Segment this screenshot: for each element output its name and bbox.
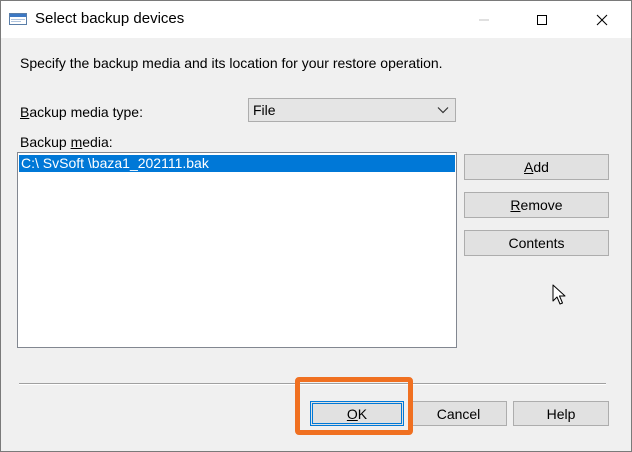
- backup-media-type-label: Backup media type:: [20, 104, 143, 120]
- backup-media-label-text-end: edia:: [82, 134, 113, 150]
- ok-button[interactable]: OK: [310, 401, 404, 426]
- minimize-button[interactable]: [461, 1, 507, 38]
- help-button[interactable]: Help: [513, 401, 609, 426]
- ok-button-focus-ring: [312, 403, 402, 424]
- remove-button-mnemonic: R: [510, 197, 521, 213]
- close-button[interactable]: [579, 1, 625, 38]
- add-button-text: dd: [533, 159, 549, 175]
- cancel-button[interactable]: Cancel: [410, 401, 507, 426]
- contents-button[interactable]: Contents: [464, 230, 609, 256]
- minimize-icon: [479, 19, 489, 20]
- maximize-icon: [537, 14, 547, 25]
- backup-media-type-select[interactable]: File: [248, 98, 456, 122]
- add-button[interactable]: Add: [464, 154, 609, 180]
- maximize-button[interactable]: [519, 1, 565, 38]
- title-bar[interactable]: Select backup devices: [1, 1, 631, 38]
- instruction-text: Specify the backup media and its locatio…: [20, 55, 443, 71]
- list-item[interactable]: C:\ SvSoft \baza1_202111.bak: [19, 155, 455, 172]
- contents-button-text: Contents: [508, 235, 565, 251]
- backup-media-type-label-mnemonic: B: [20, 104, 30, 120]
- divider: [19, 383, 606, 385]
- backup-media-label: Backup media:: [20, 134, 113, 150]
- backup-media-list[interactable]: C:\ SvSoft \baza1_202111.bak: [17, 152, 457, 348]
- select-backup-devices-dialog: Select backup devices Specify the backup…: [0, 0, 632, 452]
- backup-media-label-text-start: Backup: [20, 134, 71, 150]
- chevron-down-icon: [437, 107, 449, 114]
- backup-media-type-label-text: ackup media type:: [29, 104, 143, 120]
- dialog-window-icon: [9, 13, 27, 25]
- close-icon: [596, 14, 608, 25]
- remove-button[interactable]: Remove: [464, 192, 609, 218]
- cancel-button-text: Cancel: [436, 405, 481, 422]
- add-button-mnemonic: A: [524, 159, 534, 175]
- backup-media-label-mnemonic: m: [70, 134, 83, 150]
- window-title: Select backup devices: [35, 10, 185, 27]
- backup-media-type-value: File: [253, 102, 276, 118]
- mouse-pointer-icon: [552, 284, 566, 305]
- remove-button-text: emove: [520, 197, 563, 213]
- help-button-text: Help: [546, 405, 576, 422]
